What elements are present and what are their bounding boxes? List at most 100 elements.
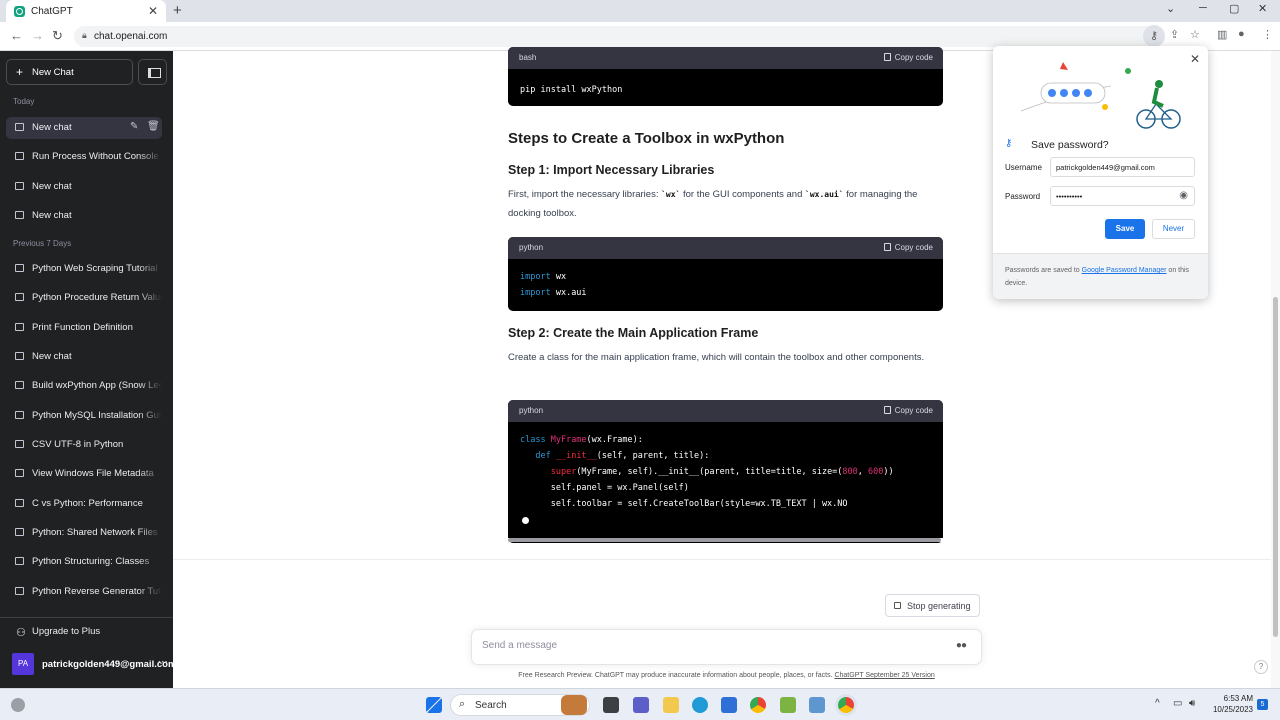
chat-item[interactable]: C vs Python: Performance xyxy=(6,493,162,515)
chat-item[interactable]: Python Reverse Generator Tutorial xyxy=(6,581,162,603)
chat-item[interactable]: Python MySQL Installation Guide xyxy=(6,405,162,427)
browser-tab[interactable]: ChatGPT ✕ xyxy=(6,0,166,22)
upgrade-button[interactable]: ⚇ Upgrade to Plus xyxy=(6,621,162,643)
copy-code-button[interactable]: Copy code xyxy=(883,406,933,415)
reload-icon[interactable]: ↻ xyxy=(52,28,63,44)
section-today-label: Today xyxy=(13,97,35,106)
password-field[interactable]: •••••••••• ◉ xyxy=(1050,186,1195,206)
url-field[interactable]: 🔒︎ chat.openai.com xyxy=(74,26,1164,47)
password-manager-link[interactable]: Google Password Manager xyxy=(1082,267,1167,274)
notification-badge[interactable]: 5 xyxy=(1257,699,1268,710)
code-block: python Copy code class MyFrame(wx.Frame)… xyxy=(508,400,943,543)
code-scroll-thumb[interactable] xyxy=(508,538,941,542)
key-icon: ⚷ xyxy=(1005,138,1013,149)
section-heading: Steps to Create a Toolbox in wxPython xyxy=(508,130,785,147)
page-scrollbar[interactable] xyxy=(1271,51,1280,688)
chat-item[interactable]: Python Procedure Return Values xyxy=(6,287,162,309)
copy-code-button[interactable]: Copy code xyxy=(883,243,933,252)
edit-icon[interactable]: ✎ xyxy=(130,121,138,132)
chatgpt-favicon-icon xyxy=(14,5,25,17)
chat-item[interactable]: Build wxPython App (Snow Leopard) xyxy=(6,375,162,397)
page-scroll-thumb[interactable] xyxy=(1273,297,1278,637)
tray-chevron-icon[interactable]: ^ xyxy=(1155,698,1160,709)
copy-code-button[interactable]: Copy code xyxy=(883,53,933,62)
sidebar-toggle-button[interactable] xyxy=(138,59,167,85)
network-icon[interactable]: ▭ xyxy=(1173,698,1182,709)
clipboard-icon xyxy=(883,53,891,61)
minimize-icon[interactable]: ─ xyxy=(1199,2,1207,14)
eye-icon[interactable]: ◉ xyxy=(1179,190,1188,201)
bookmark-star-icon[interactable]: ☆ xyxy=(1190,28,1200,41)
chrome-active-icon[interactable] xyxy=(838,697,854,713)
step-heading: Step 2: Create the Main Application Fram… xyxy=(508,326,759,340)
windows-start-icon[interactable] xyxy=(426,697,442,713)
user-menu[interactable]: PA patrickgolden449@gmail.com ··· xyxy=(6,653,176,677)
window-close-icon[interactable]: ✕ xyxy=(1258,2,1267,15)
code-scrollbar[interactable] xyxy=(508,538,943,542)
browser-menu-icon[interactable]: ⋮ xyxy=(1262,28,1273,41)
chat-item-label: New chat xyxy=(32,181,72,192)
task-view-icon[interactable] xyxy=(603,697,619,713)
chat-item[interactable]: Print Function Definition xyxy=(6,317,162,339)
chat-item[interactable]: CSV UTF-8 in Python xyxy=(6,434,162,456)
clock-date: 10/25/2023 xyxy=(1212,705,1253,714)
chat-bubble-icon xyxy=(15,152,24,160)
chat-item[interactable]: New chat xyxy=(6,346,162,368)
stop-generating-button[interactable]: Stop generating xyxy=(885,594,980,617)
stop-generating-label: Stop generating xyxy=(907,601,971,611)
notepad-icon[interactable] xyxy=(780,697,796,713)
username-field[interactable]: patrickgolden449@gmail.com xyxy=(1050,157,1195,177)
chat-item[interactable]: Run Process Without Console xyxy=(6,146,162,168)
chat-item[interactable]: Python Structuring: Classes xyxy=(6,551,162,573)
message-box[interactable]: ●● xyxy=(471,629,982,665)
store-icon[interactable] xyxy=(721,697,737,713)
code-content: import wx import wx.aui xyxy=(520,272,587,298)
message-input[interactable] xyxy=(482,640,932,651)
file-explorer-icon[interactable] xyxy=(663,697,679,713)
share-icon[interactable]: ⇪ xyxy=(1170,28,1179,41)
back-icon[interactable]: ← xyxy=(10,28,23,43)
app-icon[interactable] xyxy=(809,697,825,713)
close-icon[interactable]: ✕ xyxy=(1190,52,1200,66)
cyclist-illustration-icon xyxy=(1021,62,1181,129)
chat-item[interactable]: New chat ✎ 🗑︎ xyxy=(6,117,162,139)
sidebar: + New Chat Today New chat ✎ 🗑︎ Run Proce… xyxy=(0,51,176,688)
maximize-icon[interactable]: ▢ xyxy=(1229,2,1239,15)
chat-bubble-icon xyxy=(15,293,24,301)
sidebar-divider xyxy=(0,617,173,618)
tab-close-icon[interactable]: ✕ xyxy=(148,4,158,18)
chat-item-label: View Windows File Metadata xyxy=(32,468,154,479)
clipboard-icon xyxy=(883,243,891,251)
chat-item[interactable]: New chat xyxy=(6,205,162,227)
new-chat-button[interactable]: + New Chat xyxy=(6,59,133,85)
chat-bubble-icon xyxy=(15,323,24,331)
new-tab-icon[interactable]: + xyxy=(173,2,182,19)
side-panel-icon[interactable]: ▥ xyxy=(1217,28,1227,41)
volume-icon[interactable]: 🔊︎ xyxy=(1189,698,1195,709)
profile-icon[interactable]: ● xyxy=(1238,28,1245,40)
chat-item[interactable]: Python: Shared Network Files xyxy=(6,522,162,544)
chat-bubble-icon xyxy=(15,557,24,565)
forward-icon[interactable]: → xyxy=(31,28,44,43)
password-key-icon[interactable]: ⚷ xyxy=(1143,25,1165,47)
chat-item[interactable]: New chat xyxy=(6,176,162,198)
widgets-icon[interactable] xyxy=(11,698,25,712)
teams-chat-icon[interactable] xyxy=(633,697,649,713)
chat-item[interactable]: View Windows File Metadata xyxy=(6,463,162,485)
edge-icon[interactable] xyxy=(692,697,708,713)
save-password-dialog: ✕ ⚷ Save password? Username patrickgolde… xyxy=(993,46,1208,299)
trash-icon[interactable]: 🗑︎ xyxy=(147,121,160,132)
version-link[interactable]: ChatGPT September 25 Version xyxy=(834,672,934,679)
chrome-icon[interactable] xyxy=(750,697,766,713)
more-icon[interactable]: ··· xyxy=(158,657,168,668)
chat-bubble-icon xyxy=(15,411,24,419)
send-icon[interactable]: ●● xyxy=(956,640,967,651)
save-button[interactable]: Save xyxy=(1105,219,1145,239)
never-button[interactable]: Never xyxy=(1152,219,1195,239)
chat-item[interactable]: Python Web Scraping Tutorial xyxy=(6,258,162,280)
help-button[interactable]: ? xyxy=(1254,660,1268,674)
system-clock[interactable]: 6:53 AM 10/25/2023 xyxy=(1205,693,1253,715)
tab-search-icon[interactable]: ⌄ xyxy=(1166,2,1175,15)
chat-bubble-icon xyxy=(15,182,24,190)
chat-item-label: CSV UTF-8 in Python xyxy=(32,439,124,450)
